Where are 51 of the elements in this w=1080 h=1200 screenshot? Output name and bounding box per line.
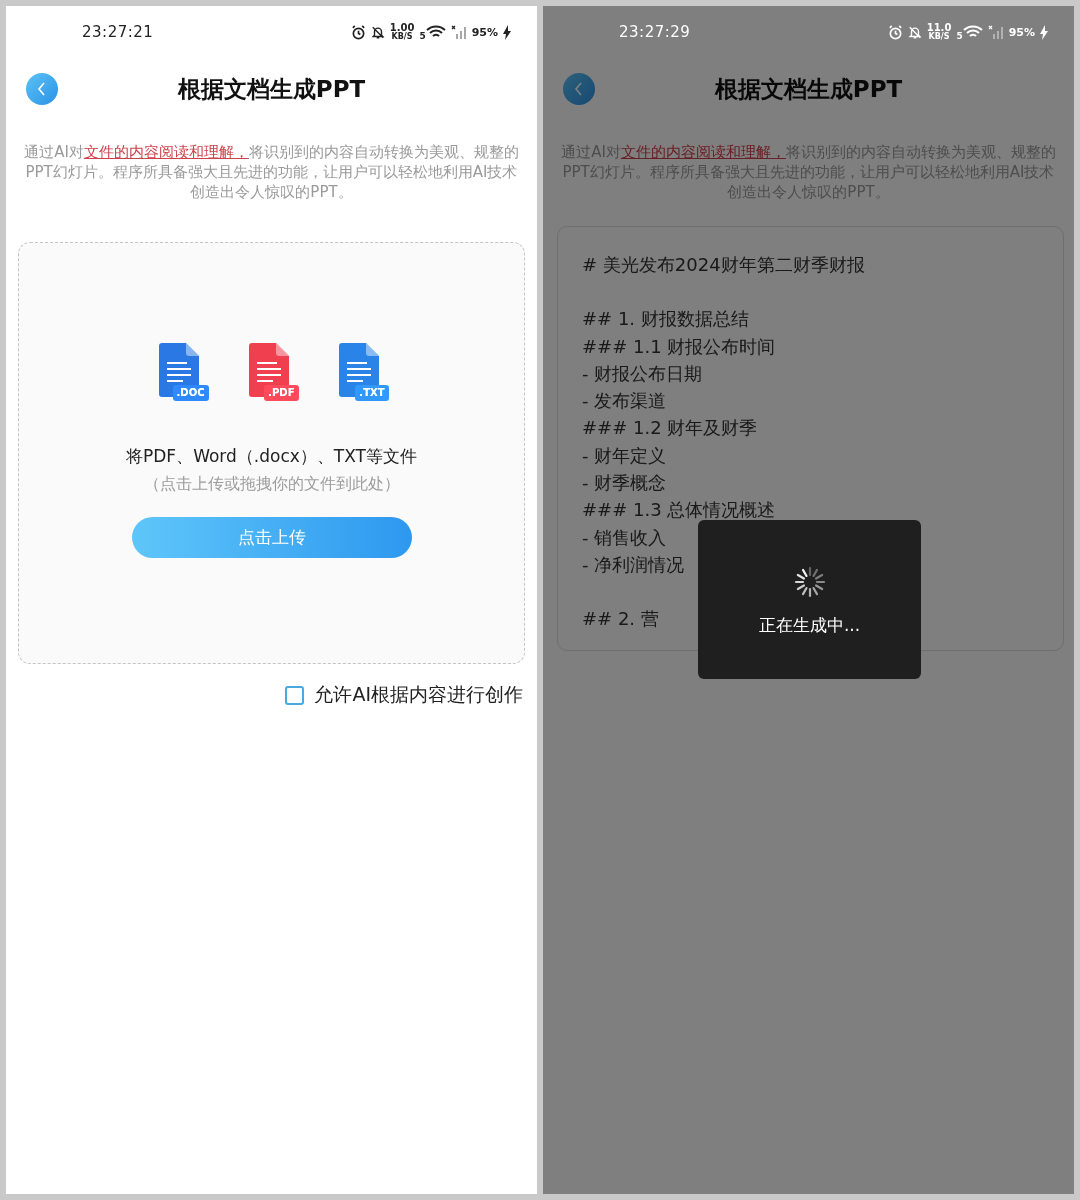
outline-line: - 销售收入 [582, 525, 667, 550]
status-time: 23:27:21 [82, 23, 154, 41]
signal-icon [987, 24, 1004, 40]
checkbox-label[interactable]: 允许AI根据内容进行创作 [314, 682, 523, 708]
outline-line: ### 1.1 财报公布时间 [582, 334, 776, 359]
outline-line: # 美光发布2024财年第二财季财报 [582, 253, 865, 277]
upload-area[interactable]: .DOC .PDF .TXT 将PDF、Word（.docx）、TXT等文件 （点击上传或拖拽你的文件到此处） 点击上传 [18, 242, 525, 664]
wifi-icon [425, 25, 446, 39]
page-title: 根据文档生成PPT [176, 74, 367, 104]
outline-line: ## 2. 营 [582, 607, 659, 632]
network-type: 5 [956, 31, 963, 41]
page-title: 根据文档生成PPT [713, 74, 904, 104]
outline-line: - 财季概念 [582, 471, 667, 496]
upload-hint: （点击上传或拖拽你的文件到此处） [143, 474, 400, 495]
description-text: 通过AI对文件的内容阅读和理解，将识别到的内容自动转换为美观、规整的PPT幻灯片。程序所具备强大且先进的功能，让用户可以轻松地利用AI技术创造出令人惊叹的PPT。 [24, 142, 519, 202]
charging-icon [503, 24, 511, 40]
muted-bell-icon [907, 24, 922, 40]
description-link[interactable]: 文件的内容阅读和理解， [620, 143, 786, 161]
outline-line: - 财报公布日期 [582, 361, 703, 386]
outline-line: ### 1.3 总体情况概述 [582, 498, 776, 523]
alarm-icon [887, 24, 903, 40]
back-button[interactable] [563, 73, 595, 105]
loading-text: 正在生成中... [758, 614, 861, 637]
back-button[interactable] [26, 73, 58, 105]
outline-line: - 财年定义 [582, 443, 667, 468]
file-type-badge: .PDF [264, 385, 299, 401]
network-type: 5 [419, 31, 426, 41]
description-link[interactable]: 文件的内容阅读和理解， [83, 143, 249, 161]
outline-line: - 发布渠道 [582, 389, 667, 414]
signal-icon [450, 24, 467, 40]
battery-percent: 95% [1008, 25, 1035, 39]
speed-unit: KB/S [928, 33, 950, 41]
outline-line: ## 1. 财报数据总结 [582, 307, 749, 332]
upload-prompt: 将PDF、Word（.docx）、TXT等文件 [126, 445, 417, 468]
status-time: 23:27:29 [619, 23, 691, 41]
wifi-icon [962, 25, 983, 39]
muted-bell-icon [370, 24, 385, 40]
alarm-icon [350, 24, 366, 40]
outline-line: - 净利润情况 [582, 552, 685, 577]
network-speed: 11.0 [926, 23, 952, 33]
file-type-badge: .DOC [172, 385, 209, 401]
speed-unit: KB/S [391, 33, 413, 41]
battery-percent: 95% [471, 25, 498, 39]
outline-line: ### 1.2 财年及财季 [582, 416, 758, 441]
checkbox[interactable] [285, 685, 305, 705]
chevron-left-icon [574, 82, 584, 96]
charging-icon [1040, 24, 1048, 40]
upload-button[interactable]: 点击上传 [131, 517, 412, 558]
file-type-badge: .TXT [355, 385, 389, 401]
chevron-left-icon [37, 82, 47, 96]
network-speed: 1.00 [389, 23, 415, 33]
